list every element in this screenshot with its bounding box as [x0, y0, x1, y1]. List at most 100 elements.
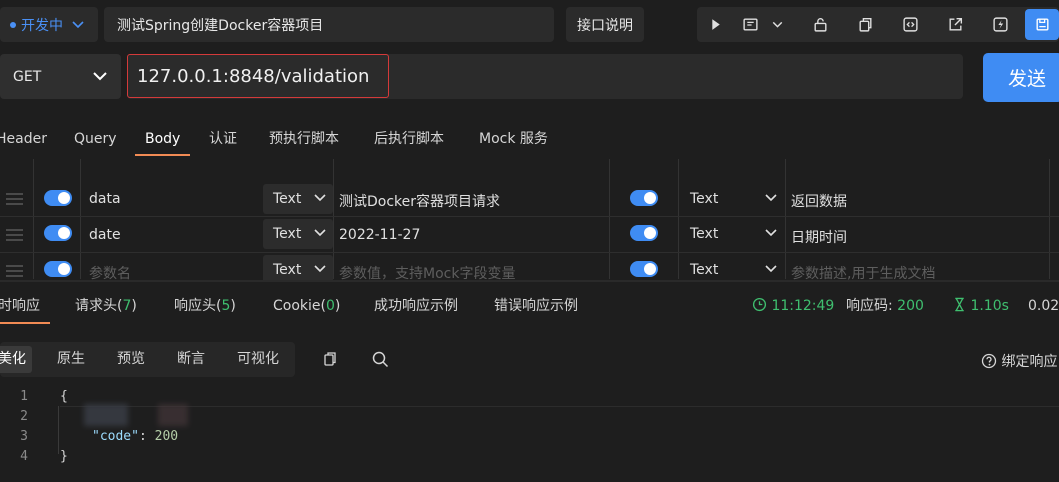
chevron-down-icon: [765, 194, 777, 202]
drag-handle-icon[interactable]: [6, 229, 23, 241]
copy-icon[interactable]: [850, 7, 880, 42]
method-label: GET: [13, 68, 42, 85]
resp-type-select[interactable]: Text: [680, 219, 784, 249]
toolbar: [697, 7, 1059, 42]
flash-icon[interactable]: [985, 7, 1015, 42]
param-description-input[interactable]: 参数描述,用于生成文档: [791, 263, 935, 280]
json-separator: :: [138, 429, 155, 444]
tab-label: 响应头: [174, 298, 216, 314]
param-type-select[interactable]: Text: [263, 184, 333, 214]
duration-value: 1.10s: [970, 298, 1009, 314]
method-select[interactable]: GET: [0, 54, 121, 99]
line-number: 3: [20, 429, 28, 444]
param-enable-toggle[interactable]: [44, 190, 72, 206]
resp-type-label: Text: [690, 226, 719, 242]
format-visualize[interactable]: 可视化: [231, 346, 285, 373]
chevron-down-icon: [93, 72, 107, 81]
tab-pre-script[interactable]: 预执行脚本: [269, 122, 339, 156]
tab-cookie[interactable]: Cookie(0): [273, 292, 340, 320]
save-icon[interactable]: [1025, 9, 1059, 40]
api-doc-button[interactable]: 接口说明: [566, 7, 644, 42]
document-icon[interactable]: [735, 7, 765, 42]
send-button[interactable]: 发送: [983, 53, 1059, 102]
status-code: 响应码: 200: [846, 292, 924, 320]
response-time-value: 11:12:49: [771, 298, 835, 314]
resp-type-select[interactable]: Text: [680, 255, 784, 280]
status-label: 响应码:: [846, 298, 893, 314]
param-type-select[interactable]: Text: [263, 255, 333, 280]
tab-header[interactable]: Header: [0, 122, 47, 156]
format-beautify[interactable]: 美化: [0, 346, 32, 373]
line-number: 1: [20, 389, 28, 404]
chevron-down-icon[interactable]: [767, 7, 787, 42]
param-type-label: Text: [273, 191, 302, 207]
tab-mock[interactable]: Mock 服务: [479, 122, 548, 156]
format-assert[interactable]: 断言: [171, 346, 211, 373]
resp-type-label: Text: [690, 262, 719, 278]
search-icon[interactable]: [372, 351, 389, 372]
copy-icon[interactable]: [322, 351, 338, 372]
drag-handle-icon[interactable]: [6, 193, 23, 205]
tab-error-example[interactable]: 错误响应示例: [494, 292, 578, 320]
param-type-select[interactable]: Text: [263, 219, 333, 249]
table-header-strip: [0, 159, 1059, 181]
bind-response-button[interactable]: 绑定响应: [981, 351, 1057, 371]
tab-request-headers[interactable]: 请求头(7): [75, 292, 137, 320]
tab-post-script[interactable]: 后执行脚本: [374, 122, 444, 156]
line-number: 4: [20, 449, 28, 464]
environment-selector[interactable]: 开发中: [0, 7, 98, 42]
format-preview[interactable]: 预览: [111, 346, 151, 373]
param-name[interactable]: date: [89, 227, 121, 243]
resp-enable-toggle[interactable]: [630, 190, 658, 206]
chevron-down-icon: [765, 265, 777, 273]
format-raw[interactable]: 原生: [51, 346, 91, 373]
tab-auth[interactable]: 认证: [209, 122, 237, 156]
param-enable-toggle[interactable]: [44, 225, 72, 241]
unlock-icon[interactable]: [805, 7, 835, 42]
resp-enable-toggle[interactable]: [630, 225, 658, 241]
drag-handle-icon[interactable]: [6, 265, 23, 277]
code-close-brace: }: [60, 449, 68, 464]
share-icon[interactable]: [940, 7, 970, 42]
line-number: 2: [20, 409, 28, 424]
param-name-input[interactable]: 参数名: [89, 263, 131, 280]
duration: 1.10s: [953, 292, 1009, 320]
tab-label: Cookie: [273, 298, 321, 314]
run-icon[interactable]: [700, 7, 730, 42]
count-badge: 0: [326, 298, 335, 314]
param-value-input[interactable]: 参数值，支持Mock字段变量: [339, 263, 515, 280]
param-description[interactable]: 返回数据: [791, 191, 847, 211]
count-badge: 7: [122, 298, 132, 314]
chevron-down-icon: [314, 229, 326, 237]
tab-body[interactable]: Body: [134, 122, 191, 156]
code-open-brace: {: [60, 389, 68, 404]
help-icon: [981, 353, 997, 369]
env-label: 开发中: [21, 17, 63, 34]
indent-guide: [58, 406, 59, 454]
resp-enable-toggle[interactable]: [630, 261, 658, 277]
tab-realtime-response[interactable]: 时响应: [0, 292, 50, 324]
code-icon[interactable]: [895, 7, 925, 42]
param-value[interactable]: 测试Docker容器项目请求: [339, 191, 500, 211]
resp-type-select[interactable]: Text: [680, 184, 784, 214]
table-row-new: 参数名 Text 参数值，支持Mock字段变量 Text 参数描述,用于生成文档: [0, 253, 1059, 280]
param-enable-toggle[interactable]: [44, 261, 72, 277]
json-value: 200: [154, 429, 179, 444]
param-description[interactable]: 日期时间: [791, 227, 847, 247]
tab-response-headers[interactable]: 响应头(5): [174, 292, 236, 320]
response-code-viewer[interactable]: 1 2 3 4 { "code": 200 }: [0, 385, 1059, 482]
api-title[interactable]: 测试Spring创建Docker容器项目: [104, 7, 554, 42]
param-value[interactable]: 2022-11-27: [339, 227, 420, 243]
resp-type-label: Text: [690, 191, 719, 207]
chevron-down-icon: [765, 229, 777, 237]
panel-splitter[interactable]: [0, 280, 1059, 282]
tab-label: 请求头: [75, 298, 117, 314]
url-input[interactable]: 127.0.0.1:8848/validation: [127, 54, 389, 98]
tab-query[interactable]: Query: [74, 122, 117, 156]
table-row: data Text 测试Docker容器项目请求 Text 返回数据: [0, 181, 1059, 217]
env-status-dot: [10, 21, 16, 28]
chevron-down-icon: [314, 194, 326, 202]
param-name[interactable]: data: [89, 191, 121, 207]
tab-success-example[interactable]: 成功响应示例: [374, 292, 458, 320]
clock-icon: [752, 297, 767, 312]
